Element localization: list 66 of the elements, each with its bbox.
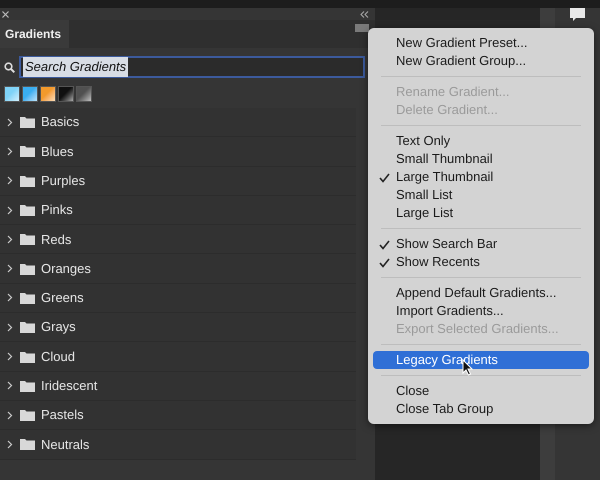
folder-icon [20, 321, 35, 334]
folder-icon [20, 262, 35, 275]
menu-item: Rename Gradient... [395, 83, 510, 101]
menu-item[interactable]: Legacy Gradients [373, 351, 589, 369]
folder-icon [20, 116, 35, 128]
gradient-swatch[interactable] [58, 86, 74, 102]
chevron-icon[interactable] [5, 118, 14, 127]
search-icon [4, 62, 15, 72]
folder-icon [20, 380, 35, 392]
chevron-icon[interactable] [5, 206, 14, 215]
chevron-icon[interactable] [5, 264, 14, 274]
menu-item[interactable]: Large List [373, 204, 589, 222]
menu-item[interactable]: New Gradient Group... [373, 52, 589, 70]
folder-icon [20, 174, 35, 187]
chevron-icon[interactable] [5, 410, 14, 420]
folder-label: Blues [41, 142, 74, 161]
menu-item: Export Selected Gradients... [395, 320, 560, 338]
menu-item[interactable]: Small List [373, 186, 589, 204]
menu-item[interactable]: Show Recents [373, 253, 589, 271]
gradient-swatch[interactable] [76, 86, 92, 102]
folder-icon [20, 145, 35, 158]
menu-item[interactable]: Large Thumbnail [373, 168, 589, 186]
folder-label: Pinks [41, 201, 73, 220]
folder-label: Cloud [41, 348, 75, 366]
menu-item[interactable]: Show Search Bar [373, 235, 589, 253]
chevron-icon[interactable] [5, 293, 14, 302]
folder-icon [20, 438, 35, 450]
menu-item[interactable]: Text Only [373, 132, 589, 150]
chevron-icon[interactable] [5, 381, 14, 390]
folder-label: Iridescent [41, 377, 98, 396]
folder-label: Greens [41, 289, 84, 308]
menu-item: Delete Gradient... [395, 101, 499, 119]
folder-icon [20, 409, 35, 422]
folder-label: Purples [41, 172, 86, 190]
menu-item[interactable]: Close [373, 382, 589, 400]
folder-icon [20, 292, 35, 304]
folder-icon [20, 233, 35, 246]
folder-label: Reds [41, 230, 72, 249]
panel-tab[interactable]: Gradients [0, 20, 70, 48]
chevron-icon[interactable] [5, 440, 14, 449]
comment-icon[interactable] [570, 8, 585, 22]
folder-label: Neutrals [41, 436, 90, 454]
menu-item[interactable]: Append Default Gradients... [373, 284, 589, 302]
search-field[interactable]: Search Gradients [19, 56, 365, 78]
chevron-icon[interactable] [5, 234, 14, 244]
chevron-icon[interactable] [5, 146, 14, 156]
folder-label: Pastels [41, 406, 84, 424]
chevron-icon[interactable] [5, 352, 14, 362]
chevron-icon[interactable] [5, 176, 14, 186]
menu-item[interactable]: Import Gradients... [373, 302, 589, 320]
folder-icon [20, 350, 35, 363]
folder-label: Grays [41, 318, 76, 336]
gradient-swatch[interactable] [22, 86, 38, 102]
gradient-swatch[interactable] [40, 86, 56, 102]
folder-label: Oranges [41, 260, 91, 278]
menu-item[interactable]: New Gradient Preset... [373, 34, 589, 52]
menu-item[interactable]: Close Tab Group [373, 400, 589, 418]
menu-item[interactable]: Small Thumbnail [373, 150, 589, 168]
collapse-icon[interactable] [360, 10, 369, 18]
gradient-swatch[interactable] [4, 86, 20, 102]
folder-label: Basics [41, 113, 80, 132]
folder-row[interactable]: Purples [0, 166, 356, 196]
folder-row[interactable]: Iridescent [0, 372, 356, 401]
folder-icon [20, 204, 35, 216]
close-icon[interactable] [2, 10, 9, 18]
chevron-icon[interactable] [5, 322, 14, 332]
